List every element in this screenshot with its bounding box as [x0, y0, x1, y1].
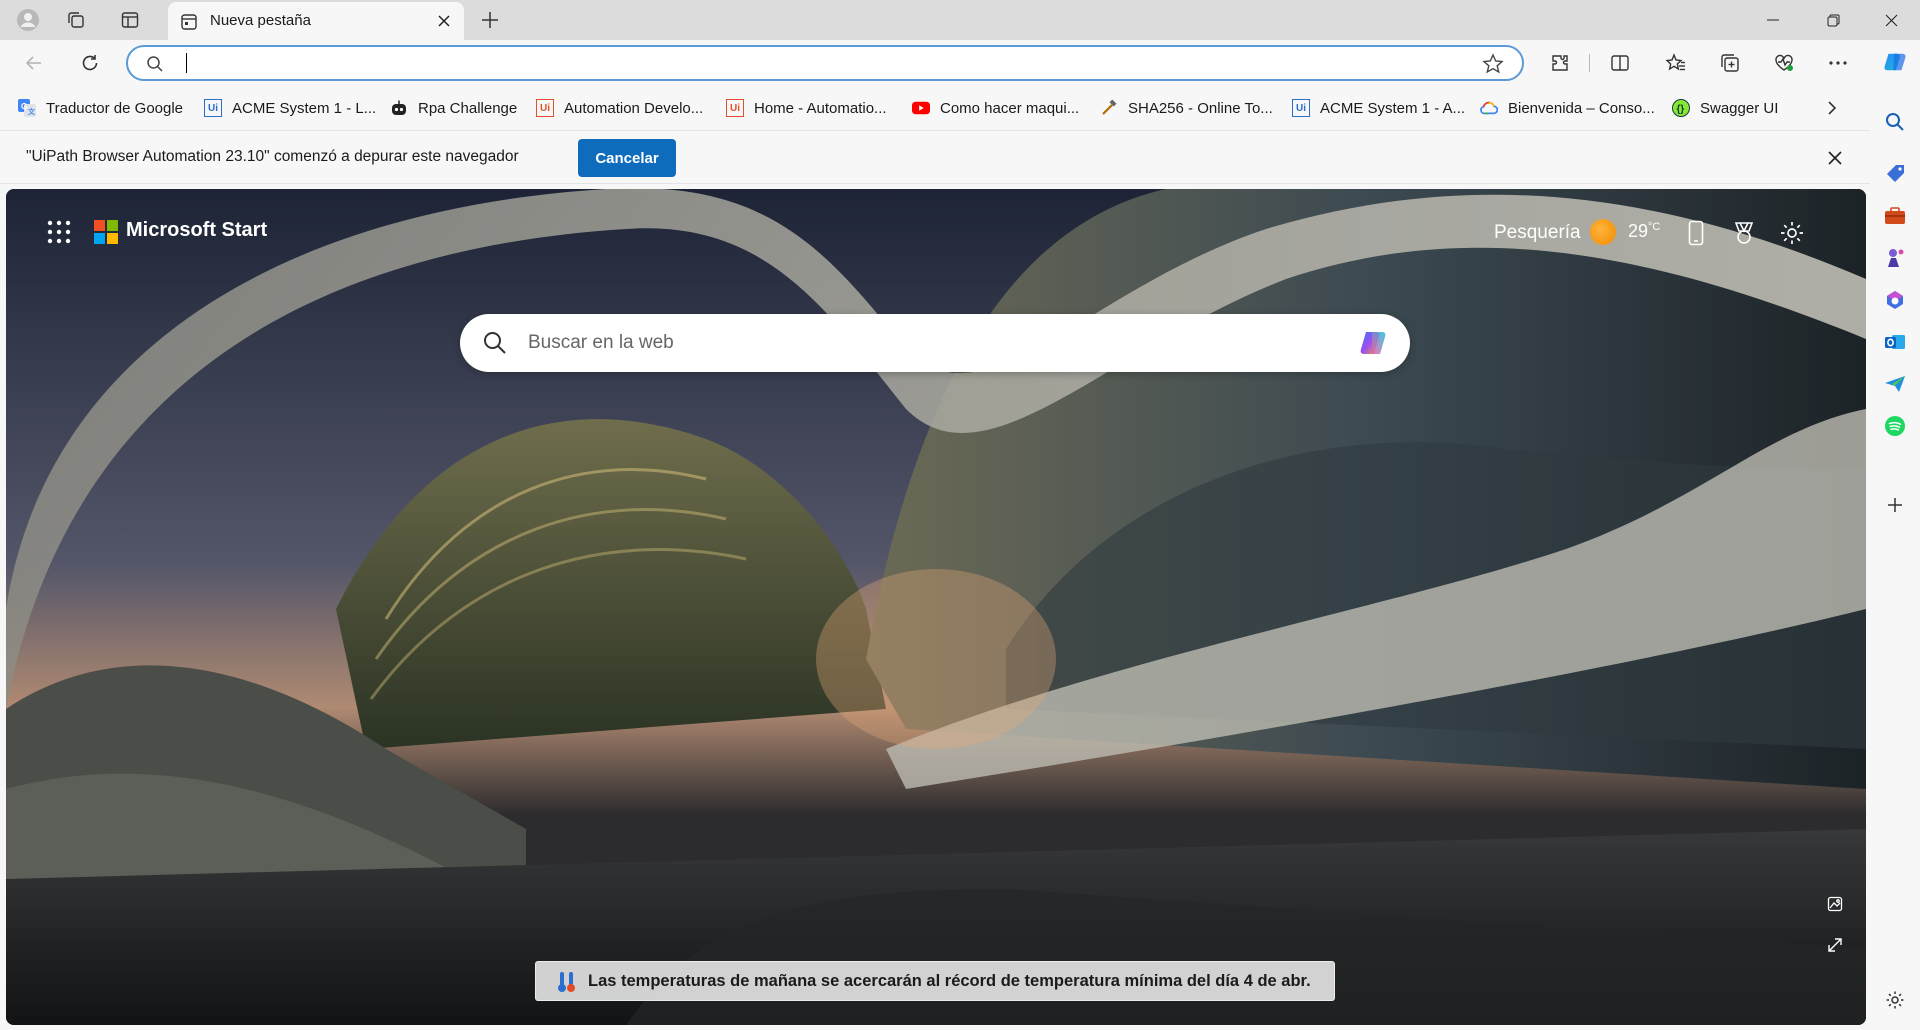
navigation-toolbar [0, 40, 1870, 86]
youtube-icon [912, 99, 930, 117]
close-tab-icon[interactable] [434, 11, 454, 31]
brand-title[interactable]: Microsoft Start [126, 219, 267, 242]
rewards-trophy-icon[interactable] [1728, 217, 1760, 249]
favorites-icon[interactable] [1660, 47, 1692, 79]
svg-text:文: 文 [28, 107, 36, 116]
edge-sidebar [1870, 40, 1920, 1030]
svg-text:G: G [21, 102, 27, 111]
extensions-icon[interactable] [1544, 47, 1576, 79]
web-search-box[interactable] [460, 314, 1410, 372]
workspaces-icon[interactable] [62, 6, 90, 34]
bookmarks-bar: G文 Traductor de Google Ui ACME System 1 … [0, 86, 1870, 130]
tab-new-tab[interactable]: Nueva pestaña [168, 2, 464, 40]
image-info-icon[interactable] [1824, 893, 1846, 915]
bookmark-label: Como hacer maqui... [940, 99, 1080, 117]
text-caret [186, 53, 187, 73]
close-window-button[interactable] [1862, 0, 1920, 40]
search-icon [146, 55, 164, 78]
bookmark-label: Bienvenida – Conso... [1508, 99, 1655, 117]
google-cloud-icon [1480, 99, 1498, 117]
address-bar[interactable] [126, 45, 1524, 81]
bookmark-label: SHA256 - Online To... [1128, 99, 1273, 117]
microsoft-logo-icon [94, 220, 118, 244]
shopping-tag-icon[interactable] [1883, 162, 1907, 186]
mobile-phone-icon[interactable] [1680, 217, 1712, 249]
toolbar-divider [1589, 54, 1590, 72]
title-bar: Nueva pestaña [0, 0, 1920, 40]
bookmark-item[interactable]: SHA256 - Online To... [1100, 96, 1273, 120]
temperature-unit: °C [1648, 221, 1661, 233]
bookmark-label: Swagger UI [1700, 99, 1779, 117]
bookmark-item[interactable]: Ui ACME System 1 - L... [204, 96, 376, 120]
robot-icon [390, 99, 408, 117]
uipath-icon: Ui [726, 99, 744, 117]
copilot-icon[interactable] [1883, 50, 1907, 74]
games-icon[interactable] [1883, 246, 1907, 270]
profile-icon[interactable] [14, 6, 42, 34]
bookmark-item[interactable]: Ui Automation Develo... [536, 96, 703, 120]
uipath-icon: Ui [1292, 99, 1310, 117]
bookmark-label: Automation Develo... [564, 99, 704, 117]
tab-title: Nueva pestaña [210, 12, 311, 29]
google-translate-icon: G文 [18, 99, 36, 117]
expand-icon[interactable] [1824, 934, 1846, 956]
split-screen-icon[interactable] [1604, 47, 1636, 79]
send-icon[interactable] [1883, 372, 1907, 396]
more-options-icon[interactable] [1822, 47, 1854, 79]
tool-icon [1100, 99, 1118, 117]
bookmark-label: ACME System 1 - A... [1320, 99, 1466, 117]
weather-news-banner[interactable]: Las temperaturas de mañana se acercarán … [535, 961, 1335, 1001]
microsoft365-icon[interactable] [1883, 288, 1907, 312]
new-tab-button[interactable] [476, 6, 504, 34]
debugging-infobar: "UiPath Browser Automation 23.10" comenz… [0, 130, 1870, 184]
bookmark-item[interactable]: Ui Home - Automatio... [726, 96, 887, 120]
bookmark-label: ACME System 1 - L... [232, 99, 377, 117]
infobar-message: "UiPath Browser Automation 23.10" comenz… [26, 148, 519, 165]
address-input[interactable] [174, 51, 1454, 75]
thermometer-icon [556, 971, 578, 998]
web-search-input[interactable] [528, 328, 1308, 358]
chevron-right-icon[interactable] [1820, 96, 1844, 120]
swagger-icon: {} [1672, 99, 1690, 117]
bookmark-label: Rpa Challenge [418, 99, 518, 117]
copilot-icon[interactable] [1358, 327, 1390, 359]
sunny-weather-icon[interactable] [1590, 219, 1616, 245]
add-icon[interactable] [1883, 493, 1907, 517]
outlook-icon[interactable] [1883, 330, 1907, 354]
news-headline: Las temperaturas de mañana se acercarán … [588, 972, 1311, 990]
spotify-icon[interactable] [1883, 414, 1907, 438]
browser-essentials-icon[interactable] [1768, 47, 1800, 79]
bookmark-label: Home - Automatio... [754, 99, 887, 117]
new-tab-page-icon [180, 13, 198, 36]
settings-gear-icon[interactable] [1776, 217, 1808, 249]
search-icon [482, 330, 508, 361]
svg-text:{}: {} [1677, 104, 1685, 115]
uipath-icon: Ui [204, 99, 222, 117]
vertical-tabs-icon[interactable] [116, 6, 144, 34]
new-tab-page: Microsoft Start Pesquería 29°C Las tempe… [6, 189, 1866, 1025]
cancel-button[interactable]: Cancelar [578, 139, 676, 177]
apps-grid-icon[interactable] [46, 219, 72, 245]
weather-temperature[interactable]: 29°C [1628, 221, 1660, 242]
restore-button[interactable] [1804, 0, 1862, 40]
favorite-star-icon[interactable] [1482, 53, 1504, 80]
tools-briefcase-icon[interactable] [1883, 204, 1907, 228]
close-infobar-icon[interactable] [1822, 145, 1848, 171]
bookmark-label: Traductor de Google [46, 99, 184, 117]
back-button[interactable] [18, 47, 50, 79]
temperature-value: 29 [1628, 221, 1649, 241]
uipath-icon: Ui [536, 99, 554, 117]
bookmark-item[interactable]: {} Swagger UI [1672, 96, 1778, 120]
bookmark-item[interactable]: G文 Traductor de Google [18, 96, 183, 120]
minimize-button[interactable] [1744, 0, 1802, 40]
refresh-button[interactable] [74, 47, 106, 79]
sidebar-settings-icon[interactable] [1883, 988, 1907, 1012]
weather-city[interactable]: Pesquería [1494, 222, 1581, 244]
bookmark-item[interactable]: Bienvenida – Conso... [1480, 96, 1655, 120]
bookmark-item[interactable]: Ui ACME System 1 - A... [1292, 96, 1465, 120]
search-icon[interactable] [1883, 110, 1907, 134]
bookmark-item[interactable]: Rpa Challenge [390, 96, 517, 120]
collections-icon[interactable] [1714, 47, 1746, 79]
bookmark-item[interactable]: Como hacer maqui... [912, 96, 1079, 120]
